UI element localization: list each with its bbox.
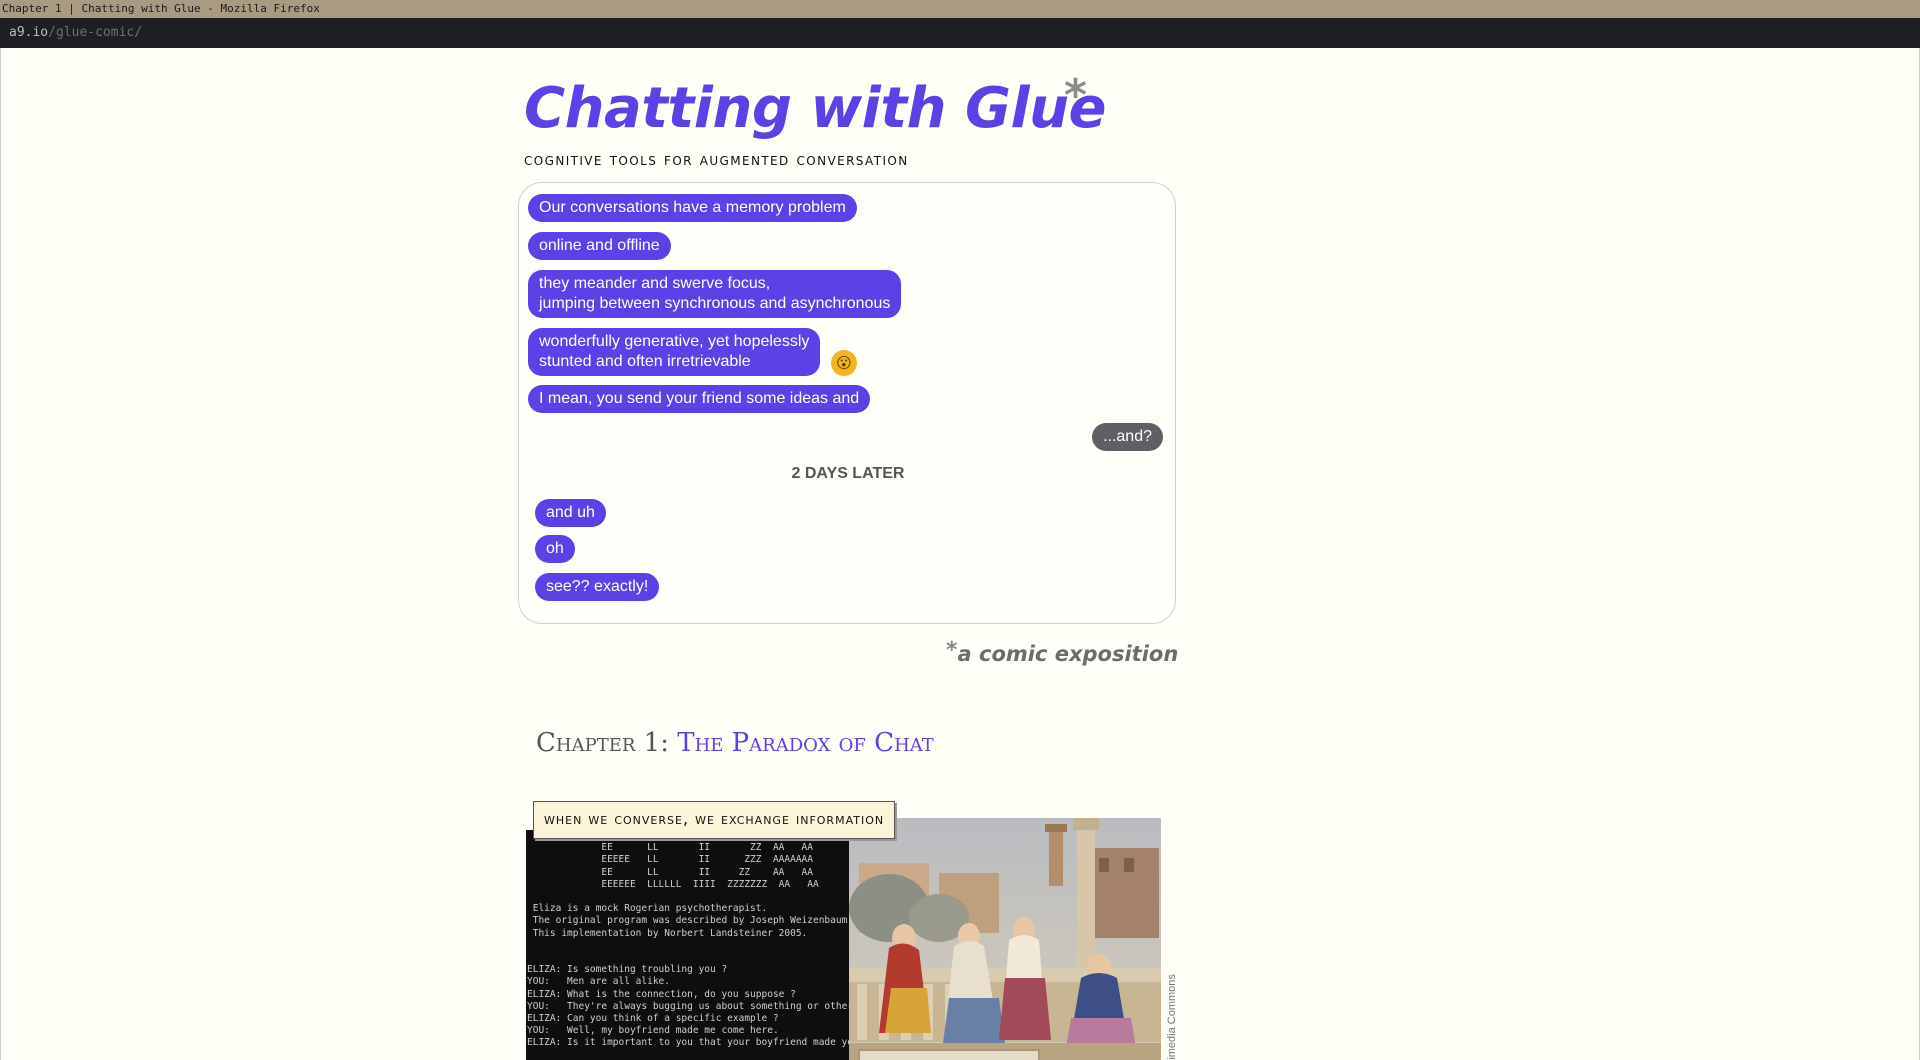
chat-message: I mean, you send your friend some ideas … (528, 385, 871, 413)
chat-message-line: stunted and often irretrievable (539, 353, 751, 370)
painting-illustration (849, 818, 1161, 1060)
site-title: Chatting with Glue (524, 76, 1107, 141)
eliza-terminal-image: EEEEEE LL IIII ZZZZZZZ AAAAA EE LL II ZZ… (526, 830, 849, 1060)
note-asterisk: * (946, 638, 958, 663)
chat-message: see?? exactly! (535, 573, 660, 601)
comic-exposition-note: *a comic exposition (946, 638, 1178, 666)
chat-message: online and offline (528, 232, 671, 260)
chat-window: Our conversations have a memory problem … (518, 182, 1176, 624)
chapter-number: Chapter 1: (536, 728, 669, 758)
comic-panel: EEEEEE LL IIII ZZZZZZZ AAAAA EE LL II ZZ… (526, 818, 1178, 1060)
chat-message-line: wonderfully generative, yet hopelessly (539, 333, 810, 350)
url-bar[interactable]: a9.io/glue-comic/ (0, 18, 1920, 48)
chapter-heading: Chapter 1: The Paradox of Chat (536, 728, 934, 758)
page-viewport: Chatting with Glue * Cognitive tools for… (0, 48, 1920, 1060)
surprised-reaction-icon: 😮 (831, 350, 857, 376)
chat-message: oh (535, 535, 575, 563)
chat-message: Our conversations have a memory problem (528, 194, 857, 222)
image-credit: Wikimedia Commons (1166, 974, 1178, 1060)
chat-message: they meander and swerve focus, jumping b… (528, 270, 902, 318)
url-path: /glue-comic/ (48, 25, 143, 40)
chat-message: and uh (535, 499, 606, 527)
time-divider: 2 DAYS LATER (791, 465, 905, 482)
chat-message-line: jumping between synchronous and asynchro… (539, 295, 891, 312)
window-titlebar: Chapter 1 | Chatting with Glue - Mozilla… (0, 0, 1920, 18)
chapter-name: The Paradox of Chat (677, 728, 934, 758)
panel-caption: When we converse, we exchange informatio… (533, 801, 896, 839)
chat-reply: ...and? (1092, 423, 1163, 451)
painting-image (849, 818, 1161, 1060)
note-text: a comic exposition (957, 642, 1179, 666)
site-subtitle: Cognitive tools for augmented conversati… (524, 150, 909, 170)
chat-message-line: they meander and swerve focus, (539, 275, 771, 292)
title-asterisk: * (1064, 70, 1088, 121)
chat-message: wonderfully generative, yet hopelessly s… (528, 328, 821, 376)
url-host: a9.io (9, 25, 49, 40)
